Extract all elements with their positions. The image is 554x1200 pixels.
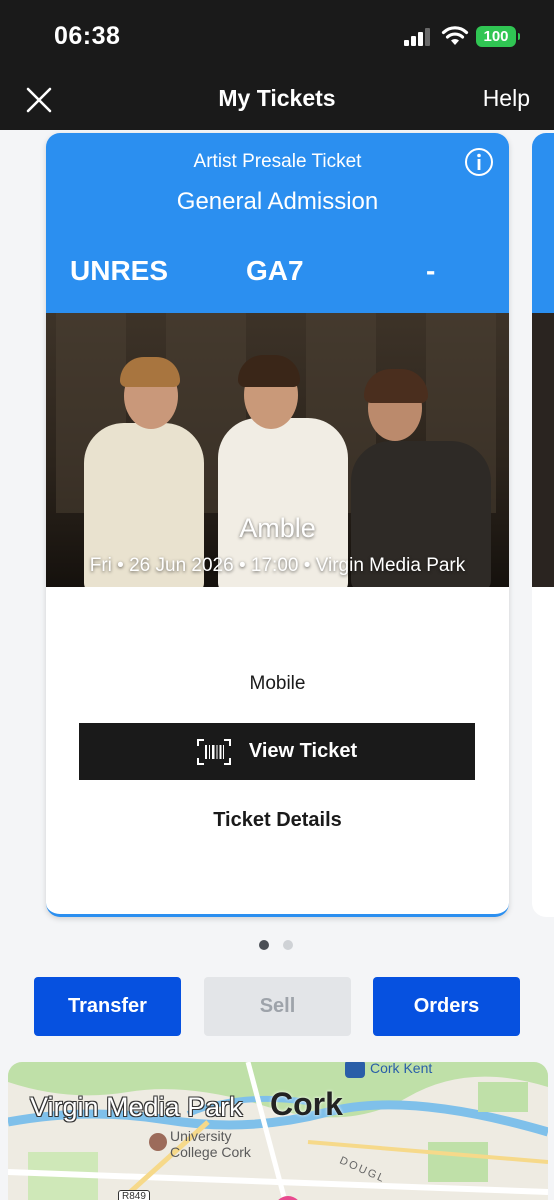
status-bar: 06:38 100 bbox=[0, 0, 554, 75]
transfer-button[interactable]: Transfer bbox=[34, 977, 181, 1036]
map-university-label: University College Cork bbox=[170, 1128, 251, 1160]
map-city-label: Cork bbox=[270, 1086, 343, 1122]
event-name: Amble bbox=[239, 513, 316, 543]
signal-icon bbox=[404, 28, 434, 46]
page-indicator bbox=[259, 940, 293, 950]
sell-button: Sell bbox=[204, 977, 351, 1036]
info-icon[interactable] bbox=[464, 147, 494, 177]
orders-button[interactable]: Orders bbox=[373, 977, 520, 1036]
ticket-type: Artist Presale Ticket bbox=[193, 151, 362, 172]
map-road-number: R849 bbox=[118, 1190, 150, 1200]
admission-type: General Admission bbox=[176, 188, 379, 215]
ticket-details-link[interactable]: Ticket Details bbox=[46, 809, 509, 832]
status-time: 06:38 bbox=[54, 22, 121, 50]
next-ticket-card-peek[interactable] bbox=[532, 133, 554, 917]
seat-number: - bbox=[426, 255, 436, 286]
delivery-method: Mobile bbox=[249, 673, 306, 694]
ticket-header: Artist Presale Ticket General Admission … bbox=[46, 133, 509, 313]
page-title: My Tickets bbox=[218, 85, 336, 111]
venue-map[interactable]: Virgin Media Park Cork Cork Kent Univers… bbox=[8, 1062, 548, 1200]
view-ticket-label: View Ticket bbox=[248, 740, 358, 762]
nav-bar: My Tickets Help bbox=[0, 75, 554, 130]
event-image: Amble Fri • 26 Jun 2026 • 17:00 • Virgin… bbox=[46, 313, 509, 587]
map-station-label: Cork Kent bbox=[370, 1062, 433, 1076]
seat-row: GA7 bbox=[246, 255, 304, 286]
page-dot-active[interactable] bbox=[259, 940, 269, 950]
battery-icon: 100 bbox=[476, 26, 520, 47]
ticket-card[interactable]: Artist Presale Ticket General Admission … bbox=[46, 133, 509, 917]
wifi-icon bbox=[441, 26, 469, 45]
seat-info: UNRES GA7 - bbox=[46, 255, 509, 289]
map-venue-label: Virgin Media Park bbox=[30, 1092, 243, 1122]
barcode-icon bbox=[196, 738, 231, 765]
event-date-venue: Fri • 26 Jun 2026 • 17:00 • Virgin Media… bbox=[89, 555, 466, 576]
view-ticket-button[interactable]: View Ticket bbox=[79, 723, 475, 780]
help-link[interactable]: Help bbox=[483, 85, 530, 112]
page-dot[interactable] bbox=[283, 940, 293, 950]
seat-section: UNRES bbox=[70, 255, 169, 286]
